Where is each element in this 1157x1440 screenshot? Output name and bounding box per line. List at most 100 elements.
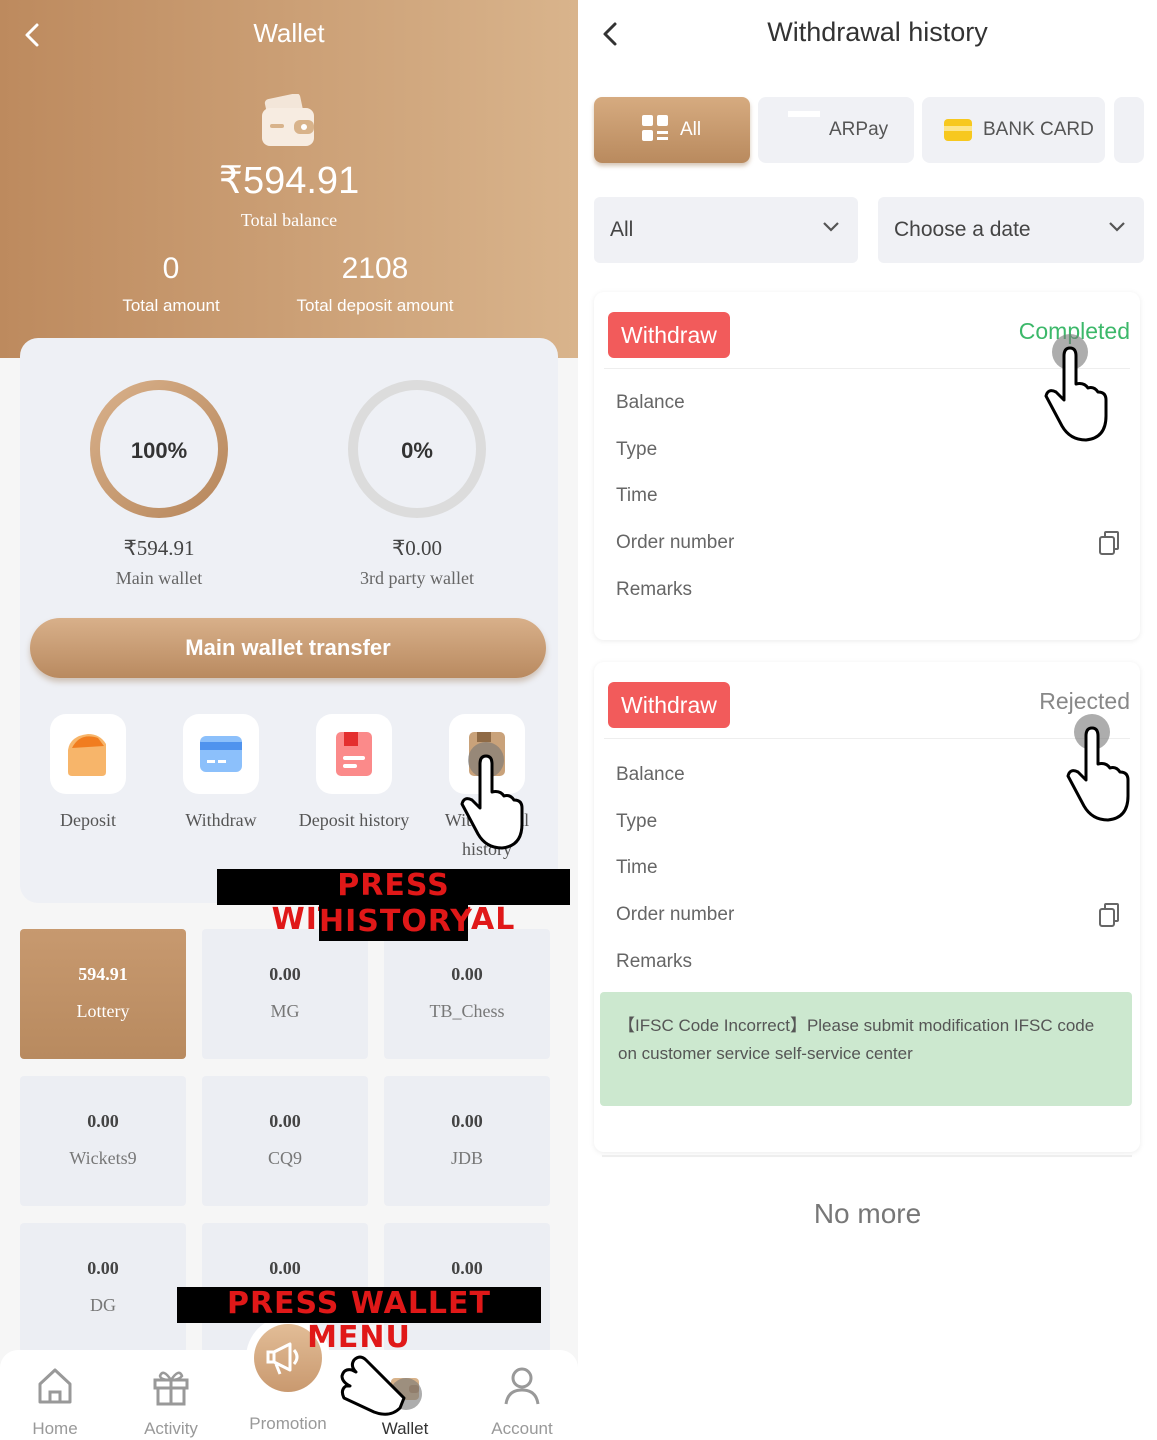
page-title: Withdrawal history — [767, 17, 988, 47]
tab-all[interactable]: All — [594, 97, 750, 163]
date-filter-select[interactable]: Choose a date — [878, 197, 1144, 263]
chevron-down-icon — [1109, 222, 1125, 232]
remarks-label: Remarks — [616, 579, 693, 600]
date-filter-value: Choose a date — [894, 218, 1031, 241]
total-balance-label: Total balance — [240, 210, 338, 230]
grid-icon — [642, 115, 668, 141]
game-tile-jdb[interactable]: 0.00 JDB — [384, 1076, 550, 1206]
order-number-label: Order number — [616, 532, 735, 553]
game-balance: 0.00 — [269, 1258, 301, 1278]
game-name: TB_Chess — [429, 1001, 505, 1021]
chevron-down-icon — [823, 222, 839, 232]
deposit-icon — [50, 714, 126, 794]
home-icon — [38, 1368, 72, 1404]
game-tile-dg[interactable]: 0.00 DG — [20, 1223, 186, 1353]
bank-card-icon — [944, 119, 972, 141]
time-label: Time — [616, 857, 658, 878]
copy-icon[interactable] — [1098, 902, 1120, 928]
nav-account-label: Account — [491, 1419, 553, 1438]
withdraw-icon — [183, 714, 259, 794]
game-name: DG — [90, 1295, 116, 1315]
order-number-label: Order number — [616, 904, 735, 925]
nav-account[interactable]: Account — [472, 1364, 572, 1439]
deposit-action[interactable]: Deposit — [28, 714, 148, 835]
main-wallet-percent: 100% — [130, 438, 188, 463]
game-balance: 0.00 — [451, 964, 483, 984]
gift-icon — [153, 1371, 189, 1406]
pointing-hand-icon — [340, 1355, 422, 1416]
third-party-wallet-percent: 0% — [401, 438, 433, 463]
page-title: Wallet — [253, 18, 325, 48]
tab-bank-card[interactable]: BANK CARD — [922, 97, 1105, 163]
game-balance: 0.00 — [451, 1111, 483, 1131]
nav-wallet-label: Wallet — [381, 1419, 429, 1438]
deposit-history-action[interactable]: Deposit history — [294, 714, 414, 835]
game-name: CQ9 — [267, 1148, 302, 1168]
game-name: JDB — [450, 1148, 483, 1168]
wallet-icon — [262, 94, 314, 146]
total-balance-value: ₹594.91 — [218, 160, 360, 202]
arpay-icon — [788, 111, 820, 117]
game-balance: 0.00 — [87, 1258, 119, 1278]
end-of-list-text: No more — [813, 1198, 922, 1229]
game-name: Lottery — [76, 1001, 130, 1021]
game-tile-mg[interactable]: 0.00 MG — [202, 929, 368, 1059]
withdrawal-history-screen: Withdrawal history All ARPay BANK CARD A… — [578, 0, 1157, 1440]
withdraw-label: Withdraw — [185, 810, 257, 830]
type-filter-value: All — [610, 218, 634, 241]
instruction-banner: HISTORY — [319, 904, 474, 941]
third-party-wallet-amount: ₹0.00 — [391, 536, 443, 560]
pointing-hand-icon — [460, 742, 524, 850]
tab-arpay[interactable]: ARPay — [758, 97, 914, 163]
third-party-wallet-label: 3rd party wallet — [360, 568, 474, 588]
list-divider — [602, 1155, 1132, 1157]
record-type-badge: Withdraw — [608, 312, 730, 358]
record-type-badge: Withdraw — [608, 682, 730, 728]
game-tile-wickets9[interactable]: 0.00 Wickets9 — [20, 1076, 186, 1206]
wallet-header: Wallet ₹594.91 Total balance 0 Total amo… — [0, 0, 578, 358]
total-deposit-stat: 2108 Total deposit amount — [250, 252, 500, 316]
nav-home[interactable]: Home — [5, 1364, 105, 1439]
nav-home-label: Home — [32, 1419, 78, 1438]
tab-arpay-label: ARPay — [829, 119, 889, 140]
total-deposit-label: Total deposit amount — [296, 296, 454, 315]
copy-icon[interactable] — [1098, 530, 1120, 556]
instruction-banner: PRESS WALLET MENU — [177, 1287, 541, 1355]
main-wallet-label: Main wallet — [115, 568, 203, 588]
game-balance: 0.00 — [451, 1258, 483, 1278]
balance-label: Balance — [616, 764, 685, 785]
deposit-label: Deposit — [60, 810, 116, 830]
game-tile-cq9[interactable]: 0.00 CQ9 — [202, 1076, 368, 1206]
deposit-history-label: Deposit history — [298, 810, 410, 830]
type-filter-select[interactable]: All — [594, 197, 858, 263]
wallet-screen: Wallet ₹594.91 Total balance 0 Total amo… — [0, 0, 578, 1440]
remark-message: 【IFSC Code Incorrect】Please submit modif… — [600, 992, 1132, 1106]
type-label: Type — [616, 439, 658, 460]
deposit-history-icon — [316, 714, 392, 794]
tab-all-label: All — [680, 119, 702, 140]
user-icon — [504, 1367, 540, 1405]
game-balance: 0.00 — [269, 964, 301, 984]
game-name: Wickets9 — [69, 1148, 137, 1168]
game-name: MG — [270, 1001, 300, 1021]
game-tile-tb-chess[interactable]: 0.00 TB_Chess — [384, 929, 550, 1059]
total-deposit-value: 2108 — [341, 252, 409, 285]
tab-more[interactable] — [1114, 97, 1144, 163]
nav-promotion-label: Promotion — [249, 1414, 327, 1433]
main-wallet-transfer-button[interactable]: Main wallet transfer — [30, 618, 546, 678]
withdraw-action[interactable]: Withdraw — [161, 714, 281, 835]
nav-activity[interactable]: Activity — [121, 1364, 221, 1439]
game-tile-lottery[interactable]: 594.91 Lottery — [20, 929, 186, 1059]
balance-label: Balance — [616, 392, 685, 413]
type-label: Type — [616, 811, 658, 832]
pointing-hand-icon — [1044, 334, 1108, 442]
instruction-banner: PRESS WITHDRAWAL — [217, 869, 570, 937]
remarks-label: Remarks — [616, 951, 693, 972]
time-label: Time — [616, 485, 658, 506]
main-wallet-amount: ₹594.91 — [123, 536, 195, 560]
pointing-hand-icon — [1066, 714, 1130, 822]
game-balance: 0.00 — [269, 1111, 301, 1131]
game-balance: 594.91 — [78, 964, 128, 984]
nav-activity-label: Activity — [144, 1419, 198, 1438]
game-balance: 0.00 — [87, 1111, 119, 1131]
